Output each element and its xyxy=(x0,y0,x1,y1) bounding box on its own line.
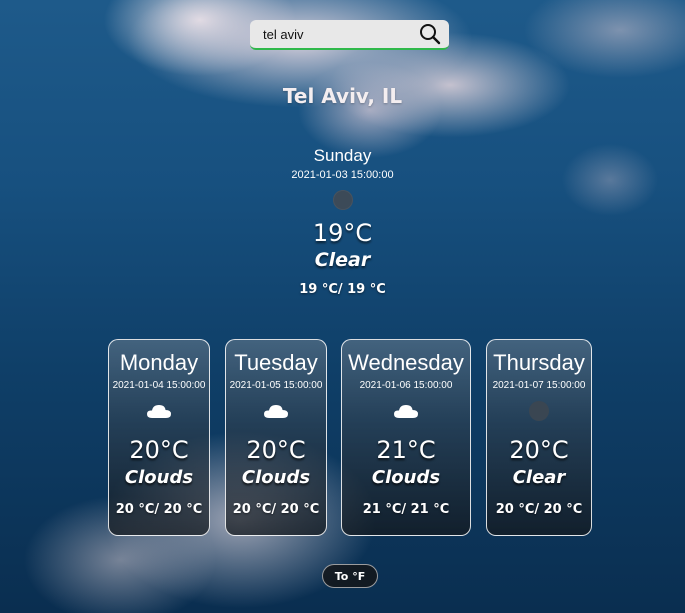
search-input[interactable] xyxy=(250,20,412,48)
forecast-temperature: 21°C xyxy=(376,436,436,464)
moon-icon xyxy=(529,401,549,421)
forecast-datetime: 2021-01-04 15:00:00 xyxy=(112,380,206,391)
forecast-day: Wednesday xyxy=(348,350,464,375)
forecast-description: Clouds xyxy=(371,467,441,488)
forecast-card: Monday 2021-01-04 15:00:00 20°C Clouds 2… xyxy=(108,339,210,536)
forecast-description: Clouds xyxy=(241,467,311,488)
forecast-temperature: 20°C xyxy=(246,436,306,464)
cloud-icon xyxy=(147,405,171,418)
cloud-icon xyxy=(394,405,418,418)
forecast-temp-range: 21 °C/ 21 °C xyxy=(362,502,450,517)
current-day: Sunday xyxy=(313,146,372,165)
forecast-description: Clouds xyxy=(124,467,194,488)
forecast-temp-range: 20 °C/ 20 °C xyxy=(495,502,583,517)
forecast-day: Thursday xyxy=(493,350,585,375)
cloud-icon xyxy=(264,405,288,418)
forecast-description: Clear xyxy=(512,467,566,488)
forecast-card: Tuesday 2021-01-05 15:00:00 20°C Clouds … xyxy=(225,339,327,536)
current-temp-range: 19 °C/ 19 °C xyxy=(299,282,386,297)
current-weather: Sunday 2021-01-03 15:00:00 19°C Clear 19… xyxy=(0,140,685,298)
forecast-datetime: 2021-01-07 15:00:00 xyxy=(492,380,586,391)
forecast-card: Wednesday 2021-01-06 15:00:00 21°C Cloud… xyxy=(341,339,471,536)
forecast-temp-range: 20 °C/ 20 °C xyxy=(115,502,203,517)
forecast-temperature: 20°C xyxy=(129,436,189,464)
location-title: Tel Aviv, IL xyxy=(282,84,403,108)
forecast-day: Monday xyxy=(119,350,199,375)
forecast-card: Thursday 2021-01-07 15:00:00 20°C Clear … xyxy=(486,339,592,536)
forecast-temp-range: 20 °C/ 20 °C xyxy=(232,502,320,517)
search-bar xyxy=(250,20,449,50)
forecast-datetime: 2021-01-05 15:00:00 xyxy=(229,380,323,391)
current-temperature: 19°C xyxy=(312,219,373,247)
moon-icon xyxy=(332,190,353,210)
forecast-temperature: 20°C xyxy=(509,436,569,464)
search-button[interactable] xyxy=(413,20,447,48)
forecast-datetime: 2021-01-06 15:00:00 xyxy=(359,380,453,391)
search-icon xyxy=(420,24,441,45)
current-datetime: 2021-01-03 15:00:00 xyxy=(291,169,394,181)
unit-toggle-button[interactable]: To °F xyxy=(322,564,378,588)
current-description: Clear xyxy=(314,249,371,271)
forecast-day: Tuesday xyxy=(234,350,318,375)
